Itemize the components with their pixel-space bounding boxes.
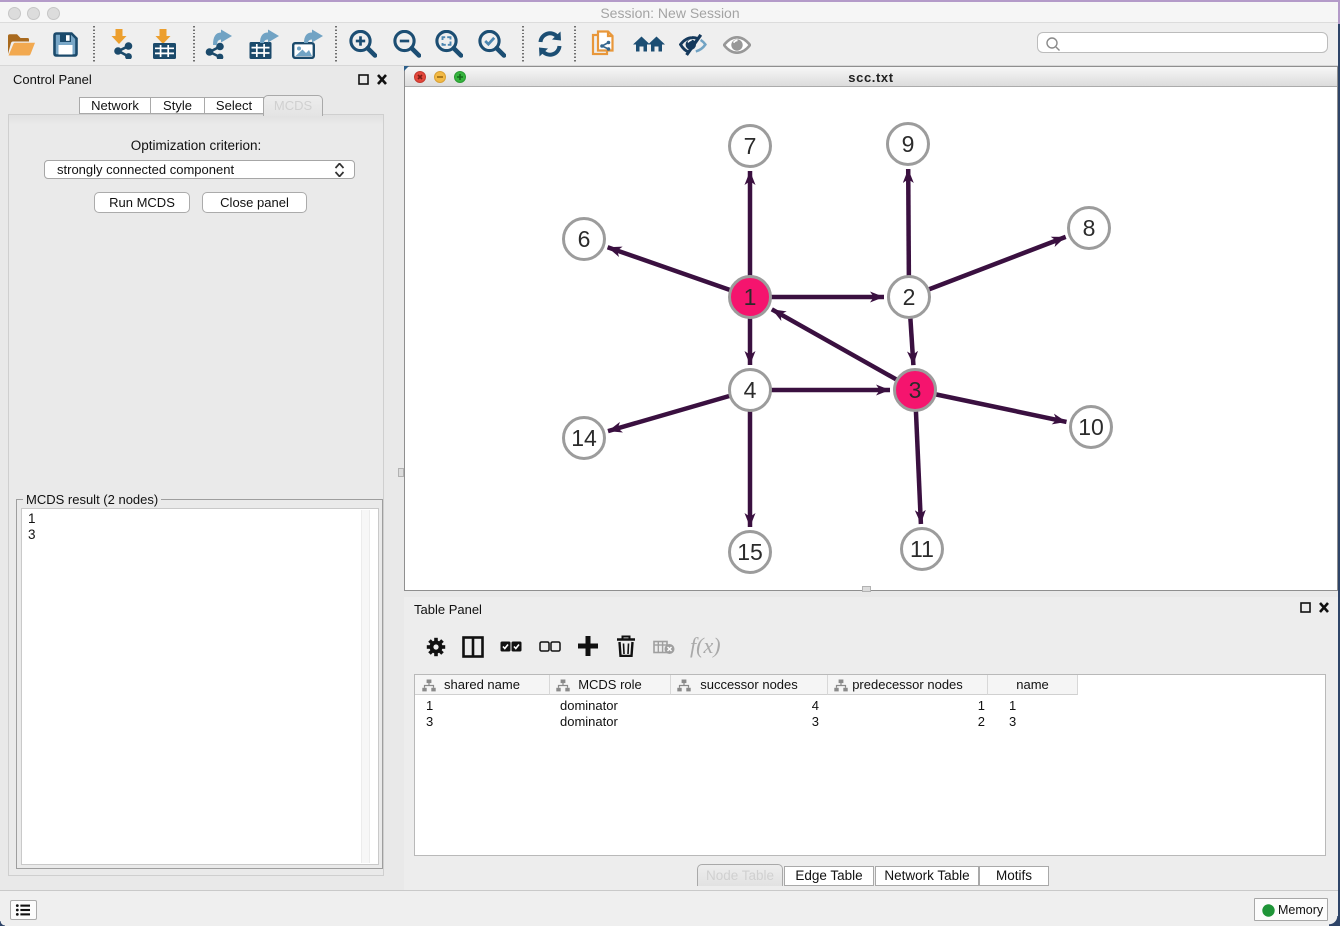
svg-text:4: 4 xyxy=(744,377,757,403)
svg-text:15: 15 xyxy=(737,539,763,565)
svg-text:3: 3 xyxy=(909,377,922,403)
svg-text:7: 7 xyxy=(744,133,757,159)
svg-text:8: 8 xyxy=(1083,215,1096,241)
svg-text:9: 9 xyxy=(902,131,915,157)
svg-text:10: 10 xyxy=(1078,414,1104,440)
svg-text:1: 1 xyxy=(744,284,757,310)
svg-text:11: 11 xyxy=(910,536,934,562)
svg-text:14: 14 xyxy=(571,425,597,451)
svg-text:6: 6 xyxy=(578,226,591,252)
svg-text:2: 2 xyxy=(903,284,916,310)
